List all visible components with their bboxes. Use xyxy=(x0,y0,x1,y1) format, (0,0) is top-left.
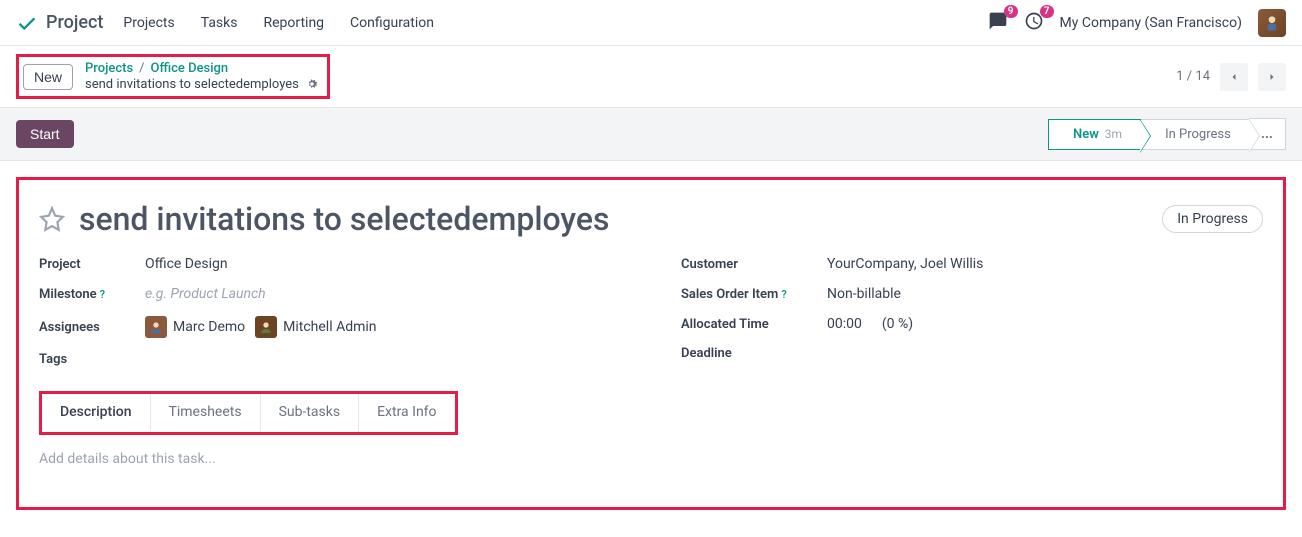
breadcrumb-current: send invitations to selectedemployes xyxy=(85,77,319,93)
project-value[interactable]: Office Design xyxy=(145,256,228,272)
project-label: Project xyxy=(39,257,129,272)
field-assignees: Assignees Marc Demo Mitchell Admin xyxy=(39,316,621,338)
start-button[interactable]: Start xyxy=(16,120,74,148)
company-switcher[interactable]: My Company (San Francisco) xyxy=(1060,15,1242,31)
pager-prev[interactable] xyxy=(1220,63,1248,91)
assignee-item[interactable]: Mitchell Admin xyxy=(255,316,376,338)
nav-reporting[interactable]: Reporting xyxy=(263,15,324,31)
tab-timesheets[interactable]: Timesheets xyxy=(151,394,261,432)
nav-projects[interactable]: Projects xyxy=(123,15,174,31)
title-row: send invitations to selectedemployes In … xyxy=(39,200,1263,238)
breadcrumb: Projects / Office Design send invitation… xyxy=(85,61,319,92)
customer-label: Customer xyxy=(681,257,811,272)
activities-button[interactable]: 7 xyxy=(1024,11,1044,35)
pager: 1 / 14 xyxy=(1176,63,1286,91)
field-tags: Tags xyxy=(39,352,621,367)
breadcrumb-current-text: send invitations to selectedemployes xyxy=(85,77,299,93)
allocated-value[interactable]: 00:00 (0 %) xyxy=(827,316,913,332)
stage-in-progress[interactable]: In Progress xyxy=(1141,119,1249,150)
tab-description[interactable]: Description xyxy=(42,394,151,432)
sales-order-label: Sales Order Item? xyxy=(681,287,811,302)
chevron-left-icon xyxy=(1228,71,1240,83)
assignee-item[interactable]: Marc Demo xyxy=(145,316,245,338)
stage-new[interactable]: New 3m xyxy=(1048,119,1141,150)
nav-links: Projects Tasks Reporting Configuration xyxy=(123,15,434,31)
field-sales-order: Sales Order Item? Non-billable xyxy=(681,286,1263,302)
deadline-label: Deadline xyxy=(681,346,811,361)
status-badge[interactable]: In Progress xyxy=(1162,205,1263,233)
breadcrumb-projects[interactable]: Projects xyxy=(85,61,133,77)
tab-extra-info[interactable]: Extra Info xyxy=(359,394,454,432)
field-milestone: Milestone? e.g. Product Launch xyxy=(39,286,621,302)
avatar-icon xyxy=(1262,13,1282,33)
new-button[interactable]: New xyxy=(23,64,73,90)
avatar-icon xyxy=(258,319,274,335)
assignee-name: Marc Demo xyxy=(173,319,245,335)
activities-badge: 7 xyxy=(1040,5,1054,18)
stages: New 3m In Progress ... xyxy=(1048,118,1286,150)
assignees-label: Assignees xyxy=(39,320,129,335)
avatar-icon xyxy=(148,319,164,335)
assignees-list[interactable]: Marc Demo Mitchell Admin xyxy=(145,316,377,338)
user-avatar[interactable] xyxy=(1258,9,1286,37)
sales-order-value[interactable]: Non-billable xyxy=(827,286,901,302)
tabs: Description Timesheets Sub-tasks Extra I… xyxy=(39,391,458,435)
allocated-label: Allocated Time xyxy=(681,317,811,332)
brand[interactable]: Project xyxy=(16,12,103,34)
help-icon[interactable]: ? xyxy=(100,288,105,301)
gear-icon[interactable] xyxy=(305,77,319,91)
avatar xyxy=(255,316,277,338)
messages-button[interactable]: 9 xyxy=(988,11,1008,35)
stage-new-time: 3m xyxy=(1105,127,1122,141)
pager-text: 1 / 14 xyxy=(1176,69,1210,84)
avatar xyxy=(145,316,167,338)
content-box: send invitations to selectedemployes In … xyxy=(16,177,1286,510)
topbar: Project Projects Tasks Reporting Configu… xyxy=(0,0,1302,46)
action-bar: Start New 3m In Progress ... xyxy=(0,108,1302,161)
field-customer: Customer YourCompany, Joel Willis xyxy=(681,256,1263,272)
project-logo-icon xyxy=(16,12,38,34)
fields-left: Project Office Design Milestone? e.g. Pr… xyxy=(39,256,621,367)
allocated-time: 00:00 xyxy=(827,316,862,332)
breadcrumb-box: New Projects / Office Design send invita… xyxy=(16,54,330,99)
topbar-right: 9 7 My Company (San Francisco) xyxy=(988,9,1286,37)
task-title[interactable]: send invitations to selectedemployes xyxy=(79,200,1148,238)
tab-subtasks[interactable]: Sub-tasks xyxy=(261,394,360,432)
tags-label: Tags xyxy=(39,352,129,367)
milestone-placeholder[interactable]: e.g. Product Launch xyxy=(145,286,266,302)
star-icon[interactable] xyxy=(39,206,65,232)
field-allocated: Allocated Time 00:00 (0 %) xyxy=(681,316,1263,332)
chevron-right-icon xyxy=(1266,71,1278,83)
field-deadline: Deadline xyxy=(681,346,1263,361)
stage-new-label: New xyxy=(1073,127,1099,142)
fields: Project Office Design Milestone? e.g. Pr… xyxy=(39,256,1263,367)
messages-badge: 9 xyxy=(1004,5,1018,18)
stage-in-progress-label: In Progress xyxy=(1165,127,1231,142)
pager-next[interactable] xyxy=(1258,63,1286,91)
assignee-name: Mitchell Admin xyxy=(283,319,376,335)
breadcrumb-sep: / xyxy=(139,61,144,77)
help-icon[interactable]: ? xyxy=(781,288,786,301)
nav-configuration[interactable]: Configuration xyxy=(350,15,434,31)
content: send invitations to selectedemployes In … xyxy=(0,161,1302,526)
tab-content: Add details about this task... xyxy=(39,437,1263,467)
breadcrumb-row: New Projects / Office Design send invita… xyxy=(0,46,1302,108)
field-project: Project Office Design xyxy=(39,256,621,272)
brand-text: Project xyxy=(46,12,103,33)
nav-tasks[interactable]: Tasks xyxy=(201,15,238,31)
customer-value[interactable]: YourCompany, Joel Willis xyxy=(827,256,983,272)
task-details-input[interactable]: Add details about this task... xyxy=(39,451,1263,467)
fields-right: Customer YourCompany, Joel Willis Sales … xyxy=(681,256,1263,367)
milestone-label: Milestone? xyxy=(39,287,129,302)
breadcrumb-project[interactable]: Office Design xyxy=(151,61,229,77)
allocated-pct: (0 %) xyxy=(882,316,913,332)
